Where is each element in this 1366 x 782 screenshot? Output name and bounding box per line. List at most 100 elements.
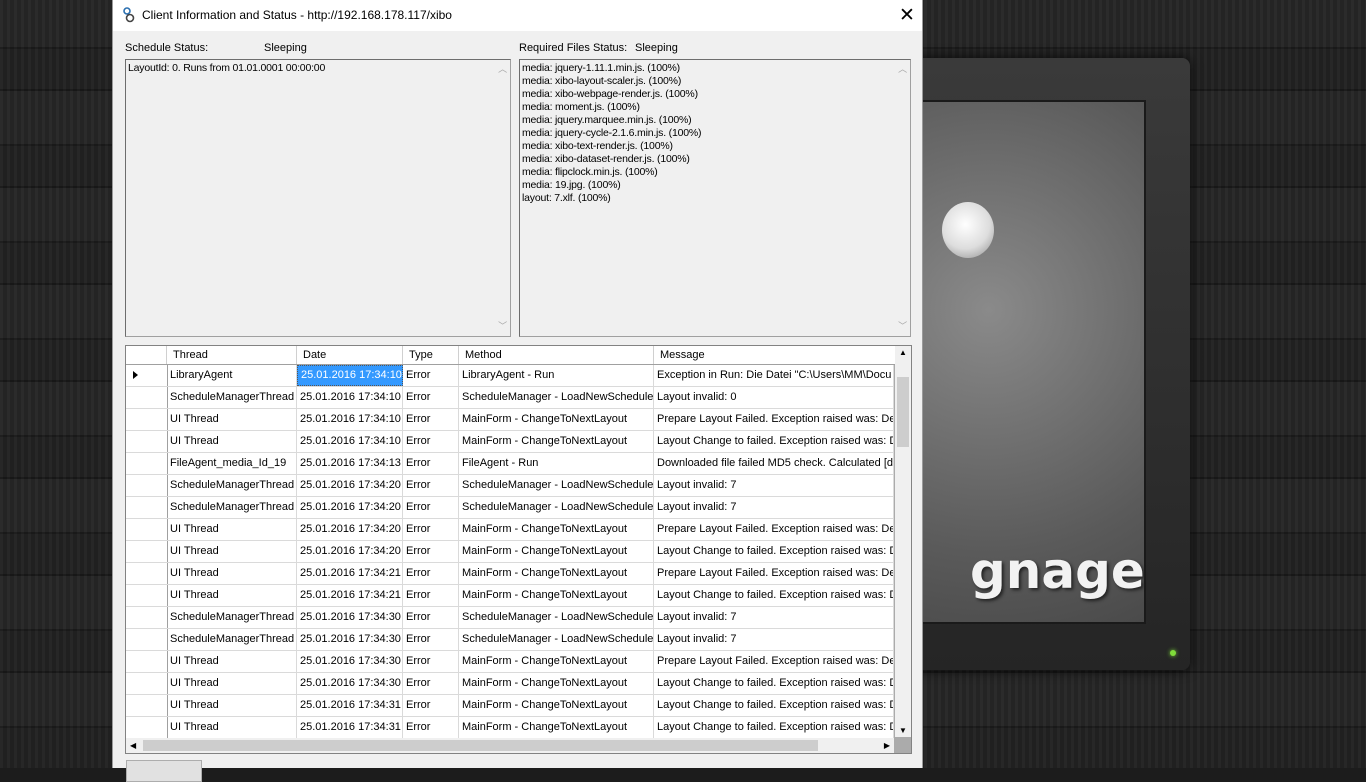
cell-type[interactable]: Error [403,453,459,474]
table-row[interactable]: UI Thread 25.01.2016 17:34:31 Error MainFor… [126,695,894,717]
cell-date[interactable]: 25.01.2016 17:34:21 [297,585,403,606]
cell-message[interactable]: Prepare Layout Failed. Exception raised … [654,409,894,430]
cell-date[interactable]: 25.01.2016 17:34:30 [297,673,403,694]
table-row[interactable]: ScheduleManagerThread 25.01.2016 17:34:10… [126,387,894,409]
cell-type[interactable]: Error [403,629,459,650]
cell-method[interactable]: MainForm - ChangeToNextLayout [459,717,654,738]
title-bar[interactable]: Client Information and Status - http://1… [113,0,922,32]
cell-date[interactable]: 25.01.2016 17:34:10 [297,387,403,408]
cell-type[interactable]: Error [403,717,459,738]
cell-thread[interactable]: ScheduleManagerThread [167,475,297,496]
cell-date[interactable]: 25.01.2016 17:34:20 [297,497,403,518]
cell-method[interactable]: ScheduleManager - LoadNewSchedule [459,475,654,496]
table-row[interactable]: ScheduleManagerThread 25.01.2016 17:34:30… [126,607,894,629]
close-button[interactable]: ✕ [892,0,922,31]
cell-type[interactable]: Error [403,497,459,518]
cell-date[interactable]: 25.01.2016 17:34:20 [297,475,403,496]
cell-method[interactable]: MainForm - ChangeToNextLayout [459,409,654,430]
cell-method[interactable]: MainForm - ChangeToNextLayout [459,431,654,452]
cell-type[interactable]: Error [403,475,459,496]
cell-method[interactable]: ScheduleManager - LoadNewSchedule [459,629,654,650]
row-header[interactable] [126,651,168,672]
cell-method[interactable]: MainForm - ChangeToNextLayout [459,651,654,672]
cell-message[interactable]: Exception in Run: Die Datei "C:\Users\MM… [654,365,894,386]
cell-date[interactable]: 25.01.2016 17:34:10 [297,409,403,430]
cell-date[interactable]: 25.01.2016 17:34:10 [297,365,403,386]
cell-type[interactable]: Error [403,541,459,562]
scroll-down-icon[interactable]: ﹀ [495,320,510,333]
row-header[interactable] [126,673,168,694]
table-row[interactable]: UI Thread 25.01.2016 17:34:10 Error MainFor… [126,431,894,453]
vertical-scroll-thumb[interactable] [897,377,909,447]
table-row[interactable]: ScheduleManagerThread 25.01.2016 17:34:30… [126,629,894,651]
column-header-thread[interactable]: Thread [167,346,297,364]
cell-thread[interactable]: UI Thread [167,431,297,452]
log-vertical-scrollbar[interactable]: ▲ ▼ [895,346,911,737]
table-row[interactable]: LibraryAgent 25.01.2016 17:34:10 Error Libr… [126,365,894,387]
row-header[interactable] [126,387,168,408]
cell-type[interactable]: Error [403,673,459,694]
table-row[interactable]: FileAgent_media_Id_19 25.01.2016 17:34:13… [126,453,894,475]
row-header[interactable] [126,607,168,628]
table-row[interactable]: UI Thread 25.01.2016 17:34:10 Error MainFor… [126,409,894,431]
table-row[interactable]: ScheduleManagerThread 25.01.2016 17:34:20… [126,497,894,519]
scroll-down-icon[interactable]: ﹀ [895,320,910,333]
cell-message[interactable]: Layout invalid: 0 [654,387,894,408]
column-header-type[interactable]: Type [403,346,459,364]
table-row[interactable]: UI Thread 25.01.2016 17:34:20 Error MainFor… [126,541,894,563]
cell-method[interactable]: MainForm - ChangeToNextLayout [459,695,654,716]
cell-date[interactable]: 25.01.2016 17:34:31 [297,717,403,738]
cell-method[interactable]: MainForm - ChangeToNextLayout [459,673,654,694]
table-row[interactable]: UI Thread 25.01.2016 17:34:30 Error MainFor… [126,673,894,695]
cell-method[interactable]: ScheduleManager - LoadNewSchedule [459,497,654,518]
cell-message[interactable]: Layout Change to failed. Exception raise… [654,673,894,694]
table-row[interactable]: ScheduleManagerThread 25.01.2016 17:34:20… [126,475,894,497]
cell-message[interactable]: Layout invalid: 7 [654,629,894,650]
cell-thread[interactable]: UI Thread [167,563,297,584]
table-row[interactable]: UI Thread 25.01.2016 17:34:31 Error MainFor… [126,717,894,739]
log-grid[interactable]: Thread Date Type Method Message LibraryA… [125,345,912,754]
schedule-scrollbar[interactable]: ︿ ﹀ [495,60,510,336]
cell-type[interactable]: Error [403,519,459,540]
cell-message[interactable]: Layout invalid: 7 [654,497,894,518]
cell-type[interactable]: Error [403,563,459,584]
cell-message[interactable]: Layout Change to failed. Exception raise… [654,585,894,606]
row-header[interactable] [126,563,168,584]
cell-thread[interactable]: FileAgent_media_Id_19 [167,453,297,474]
log-horizontal-scrollbar[interactable]: ◀ ▶ [126,738,894,753]
cell-date[interactable]: 25.01.2016 17:34:30 [297,629,403,650]
row-header[interactable] [126,431,168,452]
horizontal-scroll-thumb[interactable] [143,740,818,751]
scroll-down-icon[interactable]: ▼ [899,726,907,735]
table-row[interactable]: UI Thread 25.01.2016 17:34:30 Error MainFor… [126,651,894,673]
cell-method[interactable]: FileAgent - Run [459,453,654,474]
cell-thread[interactable]: LibraryAgent [167,365,297,386]
cell-method[interactable]: MainForm - ChangeToNextLayout [459,519,654,540]
table-row[interactable]: UI Thread 25.01.2016 17:34:21 Error MainFor… [126,585,894,607]
row-header[interactable] [126,475,168,496]
cell-thread[interactable]: UI Thread [167,541,297,562]
cell-type[interactable]: Error [403,431,459,452]
row-header[interactable] [126,585,168,606]
column-header-message[interactable]: Message [654,346,896,364]
required-files-textbox[interactable]: media: jquery-1.11.1.min.js. (100%) media… [519,59,911,337]
cell-type[interactable]: Error [403,409,459,430]
cell-message[interactable]: Prepare Layout Failed. Exception raised … [654,651,894,672]
row-header[interactable] [126,365,168,386]
bottom-button[interactable] [126,760,202,782]
cell-method[interactable]: MainForm - ChangeToNextLayout [459,541,654,562]
row-header[interactable] [126,629,168,650]
row-header[interactable] [126,409,168,430]
cell-message[interactable]: Layout Change to failed. Exception raise… [654,695,894,716]
cell-message[interactable]: Layout Change to failed. Exception raise… [654,431,894,452]
cell-date[interactable]: 25.01.2016 17:34:21 [297,563,403,584]
cell-method[interactable]: LibraryAgent - Run [459,365,654,386]
cell-thread[interactable]: UI Thread [167,651,297,672]
cell-message[interactable]: Layout Change to failed. Exception raise… [654,541,894,562]
cell-message[interactable]: Downloaded file failed MD5 check. Calcul… [654,453,894,474]
cell-date[interactable]: 25.01.2016 17:34:20 [297,541,403,562]
cell-method[interactable]: ScheduleManager - LoadNewSchedule [459,607,654,628]
row-header[interactable] [126,541,168,562]
cell-message[interactable]: Prepare Layout Failed. Exception raised … [654,563,894,584]
row-header[interactable] [126,717,168,738]
